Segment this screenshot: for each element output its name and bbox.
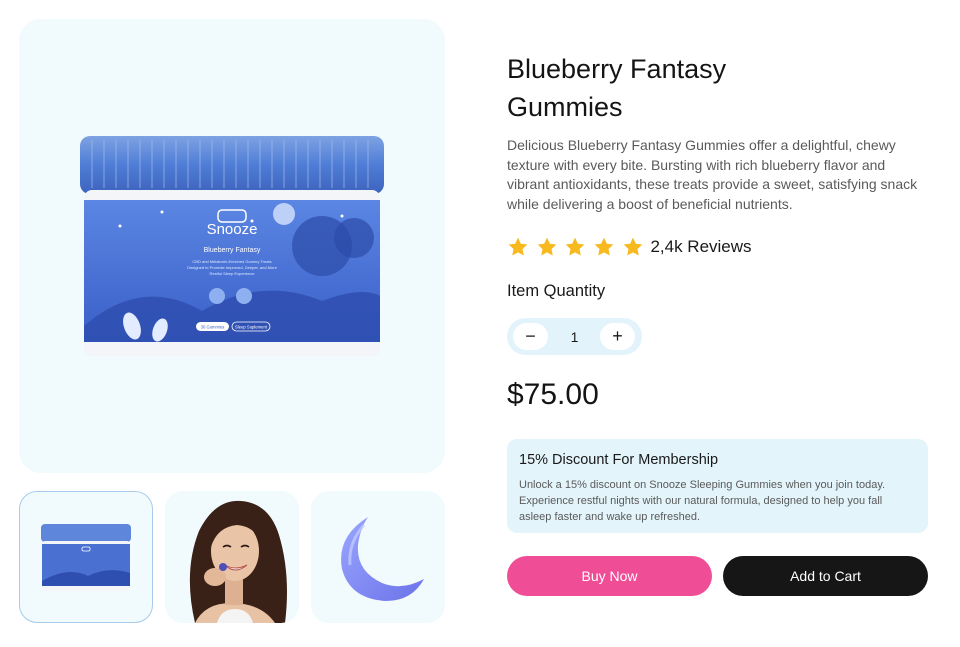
jar-brand: Snooze	[207, 221, 258, 238]
discount-text: Unlock a 15% discount on Snooze Sleeping…	[519, 479, 886, 523]
product-price: $75.00	[507, 378, 599, 411]
quantity-stepper: − 1 +	[507, 318, 642, 355]
review-count[interactable]: 2,4k Reviews	[650, 237, 751, 257]
rating: 2,4k Reviews	[507, 234, 752, 260]
main-product-image: Snooze Blueberry Fantasy CBD and Melaton…	[19, 19, 445, 473]
thumbnail-jar[interactable]	[19, 491, 153, 623]
thumbnail-moon[interactable]	[311, 491, 445, 623]
thumbnail-model[interactable]	[165, 491, 299, 623]
discount-title: 15% Discount For Membership	[519, 452, 719, 468]
star-icon	[508, 237, 528, 256]
star-icon	[566, 237, 585, 256]
product-title-line-2: Gummies	[507, 92, 623, 122]
quantity-value[interactable]: 1	[562, 318, 587, 355]
woman-eating-gummy-image	[189, 500, 287, 623]
product-description: Delicious Blueberry Fantasy Gummies offe…	[507, 137, 918, 212]
membership-discount-panel: 15% Discount For Membership Unlock a 15%…	[507, 439, 928, 533]
product-title: Blueberry Fantasy Gummies	[507, 50, 807, 126]
crescent-moon-icon	[341, 517, 424, 601]
jar-product-name: Blueberry Fantasy	[204, 247, 261, 254]
jar-count-badge: 30 Gummies	[201, 325, 225, 330]
star-icon	[537, 237, 557, 256]
jar-line-3: Restful Sleep Experience	[210, 271, 256, 276]
gummies-jar-image: Snooze Blueberry Fantasy CBD and Melaton…	[80, 136, 384, 356]
jar-line-1: CBD and Melatonin-Enriched Gummy Treats	[192, 259, 271, 264]
quantity-decrease-button[interactable]: −	[513, 323, 548, 350]
product-title-line-1: Blueberry Fantasy	[507, 54, 727, 84]
add-to-cart-button[interactable]: Add to Cart	[723, 556, 928, 596]
buy-now-button[interactable]: Buy Now	[507, 556, 712, 596]
jar-type-badge: Sleep Suplement	[235, 325, 268, 330]
star-icon	[623, 237, 643, 256]
jar-line-2: Designed to Promote Improved, Deeper, an…	[187, 265, 277, 270]
star-icon	[594, 237, 614, 256]
jar-thumbnail-image	[41, 524, 131, 591]
quantity-label: Item Quantity	[507, 282, 606, 300]
quantity-increase-button[interactable]: +	[600, 323, 635, 350]
